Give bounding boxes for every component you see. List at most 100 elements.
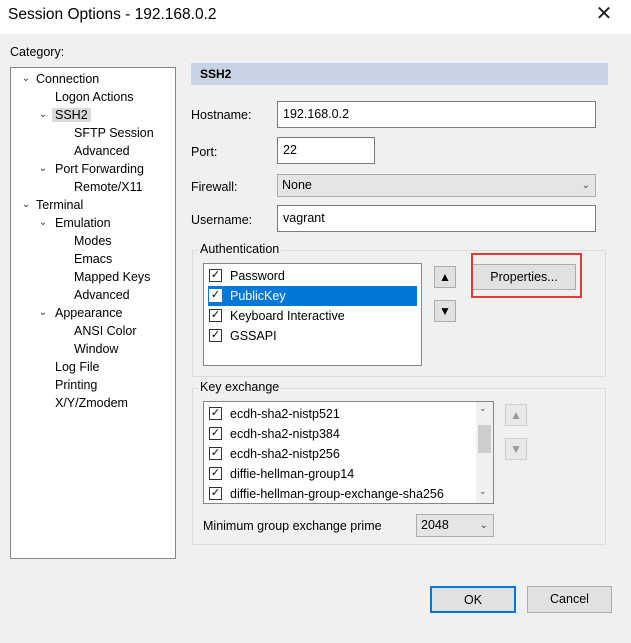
arrow-up-icon: ▲ (510, 408, 522, 422)
key-exchange-label: Key exchange (198, 380, 282, 394)
tree-item-label: SSH2 (52, 108, 91, 122)
tree-item-label: Emulation (55, 216, 111, 230)
tree-item-label: Remote/X11 (74, 180, 143, 194)
tree-item[interactable]: Window (74, 340, 118, 358)
checkbox[interactable]: ✓ (209, 309, 222, 322)
list-item[interactable]: ✓ ecdh-sha2-nistp256 (208, 444, 470, 464)
tree-item[interactable]: Port Forwarding (55, 160, 144, 178)
firewall-select[interactable]: None ⌄ (277, 174, 596, 197)
tree-item[interactable]: Emulation (55, 214, 111, 232)
tree-item-label: ANSI Color (74, 324, 137, 338)
chevron-down-icon[interactable]: ⌄ (37, 304, 49, 322)
tree-item-label: Appearance (55, 306, 123, 320)
checkbox[interactable]: ✓ (209, 447, 222, 460)
tree-item-label: Modes (74, 234, 112, 248)
firewall-value: None (282, 178, 312, 192)
tree-item-label: Terminal (36, 198, 84, 212)
chevron-down-icon[interactable]: ⌄ (37, 160, 49, 178)
list-item[interactable]: ✓ diffie-hellman-group-exchange-sha256 (208, 484, 470, 504)
tree-item-label: Port Forwarding (55, 162, 144, 176)
hostname-field[interactable]: 192.168.0.2 (277, 101, 596, 128)
cancel-button[interactable]: Cancel (527, 586, 612, 613)
tree-item[interactable]: Appearance (55, 304, 122, 322)
kex-move-up-button[interactable]: ▲ (505, 404, 527, 426)
min-prime-select[interactable]: 2048 ⌄ (416, 514, 494, 537)
scroll-down-icon[interactable]: ⌄ (479, 486, 487, 497)
tree-item-label: Logon Actions (55, 90, 134, 104)
min-prime-label: Minimum group exchange prime (203, 519, 382, 533)
tree-item-label: Emacs (74, 252, 113, 266)
list-item[interactable]: ✓ diffie-hellman-group14 (208, 464, 470, 484)
tree-item[interactable]: Log File (55, 358, 99, 376)
list-item-label: Password (230, 269, 285, 283)
tree-item-label: Mapped Keys (74, 270, 151, 284)
chevron-down-icon[interactable]: ⌄ (37, 106, 49, 124)
port-field[interactable]: 22 (277, 137, 375, 164)
list-item[interactable]: ✓ ecdh-sha2-nistp521 (208, 404, 470, 424)
move-down-button[interactable]: ▼ (434, 300, 456, 322)
tree-item-label: Advanced (74, 144, 130, 158)
arrow-down-icon: ▼ (510, 442, 522, 456)
tree-item[interactable]: Advanced (74, 286, 130, 304)
checkbox[interactable]: ✓ (209, 289, 222, 302)
list-item[interactable]: ✓ ecdh-sha2-nistp384 (208, 424, 470, 444)
scrollbar-thumb[interactable] (478, 425, 491, 453)
tree-item-label: Window (74, 342, 119, 356)
tree-item[interactable]: SFTP Session (74, 124, 154, 142)
checkbox[interactable]: ✓ (209, 269, 222, 282)
ok-button[interactable]: OK (430, 586, 516, 613)
highlight-callout (471, 253, 582, 298)
tree-item-label: Printing (55, 378, 98, 392)
tree-item[interactable]: SSH2 (52, 106, 91, 124)
category-tree[interactable]: ⌄ Connection Logon Actions ⌄ SSH2 SFTP Sessio… (10, 67, 176, 559)
list-item-label: ecdh-sha2-nistp521 (230, 407, 340, 421)
checkbox[interactable]: ✓ (209, 329, 222, 342)
list-item-label: diffie-hellman-group14 (230, 467, 355, 481)
tree-item[interactable]: Emacs (74, 250, 112, 268)
tree-item[interactable]: ANSI Color (74, 322, 137, 340)
arrow-up-icon: ▲ (439, 270, 451, 284)
list-item[interactable]: ✓ Keyboard Interactive (208, 306, 417, 326)
scroll-up-icon[interactable]: ⌄ (479, 403, 487, 414)
checkbox[interactable]: ✓ (209, 427, 222, 440)
key-exchange-list[interactable]: ⌄ ⌄ ✓ ecdh-sha2-nistp521 ✓ ecdh-sha2-nistp3… (203, 401, 494, 504)
min-prime-value: 2048 (421, 518, 449, 532)
category-label: Category: (10, 45, 65, 59)
checkbox[interactable]: ✓ (209, 487, 222, 500)
list-item-label: PublicKey (230, 289, 286, 303)
tree-item[interactable]: Advanced (74, 142, 130, 160)
authentication-list[interactable]: ✓ Password ✓ PublicKey ✓ Keyboard Interactive… (203, 263, 422, 366)
chevron-down-icon: ⌄ (479, 520, 488, 531)
firewall-label: Firewall: (191, 180, 238, 194)
tree-item[interactable]: Remote/X11 (74, 178, 143, 196)
list-item[interactable]: ✓ Password (208, 266, 417, 286)
list-item[interactable]: ✓ PublicKey (208, 286, 417, 306)
chevron-down-icon[interactable]: ⌄ (20, 196, 32, 214)
checkbox[interactable]: ✓ (209, 407, 222, 420)
list-item-label: GSSAPI (230, 329, 277, 343)
tree-item[interactable]: Connection (36, 70, 99, 88)
tree-item[interactable]: Modes (74, 232, 112, 250)
panel-header: SSH2 (191, 63, 608, 85)
tree-item[interactable]: X/Y/Zmodem (55, 394, 128, 412)
port-label: Port: (191, 145, 218, 159)
list-item-label: diffie-hellman-group-exchange-sha256 (230, 487, 444, 501)
tree-item[interactable]: Terminal (36, 196, 83, 214)
tree-item[interactable]: Logon Actions (55, 88, 134, 106)
tree-item-label: Advanced (74, 288, 130, 302)
tree-item[interactable]: Mapped Keys (74, 268, 150, 286)
tree-item-label: Connection (36, 72, 100, 86)
move-up-button[interactable]: ▲ (434, 266, 456, 288)
chevron-down-icon[interactable]: ⌄ (37, 214, 49, 232)
panel-title: SSH2 (200, 67, 232, 81)
username-field[interactable]: vagrant (277, 205, 596, 232)
kex-scrollbar[interactable]: ⌄ ⌄ (476, 402, 493, 503)
tree-item[interactable]: Printing (55, 376, 97, 394)
close-icon[interactable]: ✕ (593, 3, 615, 25)
list-item[interactable]: ✓ GSSAPI (208, 326, 417, 346)
chevron-down-icon[interactable]: ⌄ (20, 70, 32, 88)
kex-move-down-button[interactable]: ▼ (505, 438, 527, 460)
list-item-label: ecdh-sha2-nistp256 (230, 447, 340, 461)
hostname-label: Hostname: (191, 108, 252, 122)
checkbox[interactable]: ✓ (209, 467, 222, 480)
